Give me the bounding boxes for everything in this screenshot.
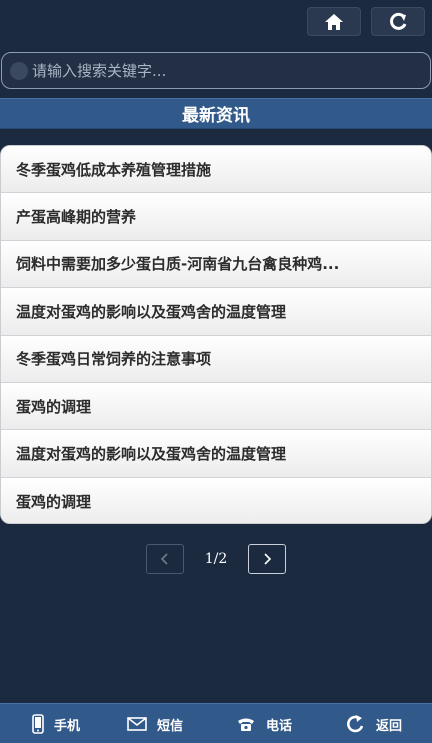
bottom-nav-phone-label: 手机 (54, 718, 81, 734)
chevron-right-icon (264, 553, 272, 565)
telephone-icon (236, 716, 256, 732)
news-item[interactable]: 温度对蛋鸡的影响以及蛋鸡舍的温度管理 (1, 288, 431, 336)
mobile-phone-icon (32, 714, 44, 734)
search-icon (10, 61, 28, 80)
home-icon (325, 13, 343, 30)
news-item[interactable]: 温度对蛋鸡的影响以及蛋鸡舍的温度管理 (1, 430, 431, 478)
section-title: 最新资讯 (0, 98, 432, 129)
news-item[interactable]: 冬季蛋鸡低成本养殖管理措施 (1, 146, 431, 194)
search-bar (1, 52, 431, 89)
prev-page-button[interactable] (146, 544, 184, 574)
news-item[interactable]: 冬季蛋鸡日常饲养的注意事项 (1, 335, 431, 383)
news-item[interactable]: 产蛋高峰期的营养 (1, 193, 431, 241)
top-bar (0, 0, 432, 44)
bottom-nav-call-label: 电话 (266, 718, 293, 734)
back-arrow-icon (346, 714, 366, 734)
bottom-nav-back[interactable]: 返回 (346, 704, 402, 743)
bottom-nav-call[interactable]: 电话 (236, 704, 292, 743)
refresh-button[interactable] (371, 7, 425, 36)
news-item[interactable]: 饲料中需要加多少蛋白质-河南省九台禽良种鸡... (1, 240, 431, 289)
news-item[interactable]: 蛋鸡的调理 (1, 382, 431, 431)
news-list: 冬季蛋鸡低成本养殖管理措施 产蛋高峰期的营养 饲料中需要加多少蛋白质-河南省九台… (0, 145, 432, 524)
next-page-button[interactable] (248, 544, 286, 574)
refresh-icon (390, 12, 407, 30)
bottom-nav-phone[interactable]: 手机 (32, 704, 80, 743)
pagination: 1/2 (0, 544, 432, 575)
bottom-nav-back-label: 返回 (376, 718, 403, 734)
page-indicator: 1/2 (204, 551, 228, 567)
chevron-left-icon (160, 553, 168, 565)
home-button[interactable] (307, 7, 361, 36)
bottom-nav-sms[interactable]: 短信 (127, 704, 183, 743)
search-input[interactable] (32, 61, 430, 80)
bottom-nav-sms-label: 短信 (157, 718, 184, 734)
bottom-nav: 手机 短信 电话 返回 (0, 703, 432, 743)
envelope-icon (127, 717, 147, 731)
news-item[interactable]: 蛋鸡的调理 (1, 477, 431, 523)
